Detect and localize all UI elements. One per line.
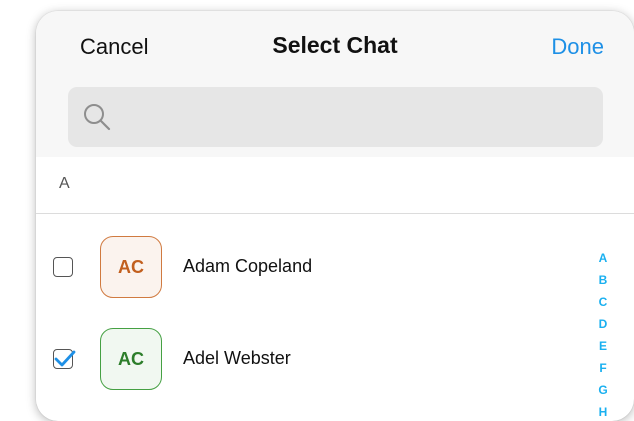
avatar: AC [100,328,162,390]
alphabet-index[interactable]: A B C D E F G H [596,247,610,421]
index-letter-c[interactable]: C [596,291,610,313]
index-letter-d[interactable]: D [596,313,610,335]
contact-checkbox[interactable] [53,349,76,369]
index-letter-e[interactable]: E [596,335,610,357]
index-letter-h[interactable]: H [596,401,610,421]
index-letter-a[interactable]: A [596,247,610,269]
page-title: Select Chat [272,32,398,58]
contact-row-adel-webster[interactable]: AC Adel Webster [36,312,596,404]
contact-name: Adam Copeland [183,256,313,276]
section-header: A [36,157,634,214]
index-letter-g[interactable]: G [596,379,610,401]
index-letter-f[interactable]: F [596,357,610,379]
contact-checkbox[interactable] [53,257,73,277]
checkmark-icon [54,350,76,367]
header-bar: Cancel Select Chat Done [36,11,634,157]
avatar: AC [100,236,162,298]
index-letter-b[interactable]: B [596,269,610,291]
search-input[interactable] [120,87,594,149]
search-icon [82,102,112,132]
search-bar[interactable] [68,87,603,149]
contact-row-adam-copeland[interactable]: AC Adam Copeland [36,220,596,312]
select-chat-sheet: Cancel Select Chat Done A AC Adam Copela… [36,11,634,421]
section-letter: A [59,175,70,192]
done-button[interactable]: Done [551,34,604,60]
contact-name: Adel Webster [183,348,291,368]
